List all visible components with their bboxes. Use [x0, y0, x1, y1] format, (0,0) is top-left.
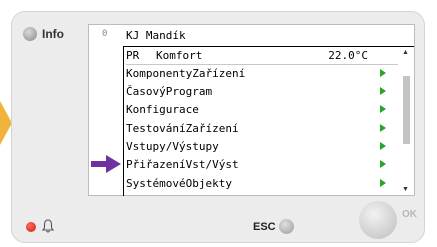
ok-button[interactable] [359, 201, 397, 239]
chevron-right-icon [380, 105, 386, 113]
menu-item-prirazeni[interactable]: PřiřazeníVst/Výst [126, 156, 398, 173]
chevron-right-icon [380, 179, 386, 187]
screen-title: KJ Mandík [126, 29, 186, 42]
scroll-down-icon[interactable]: ▼ [402, 186, 409, 193]
line-number: 0 [102, 29, 108, 39]
status-mode: Komfort [156, 49, 203, 62]
status-row: PR Komfort 22.0°C [126, 47, 398, 65]
display-screen: 0 KJ Mandík PR Komfort 22.0°C Komponenty… [88, 24, 415, 196]
menu-item-casovy-program[interactable]: ČasovýProgram [126, 83, 398, 100]
selection-arrow-icon [91, 155, 121, 173]
menu-item-testovani[interactable]: TestováníZařízení [126, 120, 398, 137]
status-temperature: 22.0°C [328, 49, 368, 62]
chevron-right-icon [380, 142, 386, 150]
scrollbar[interactable]: ▲ ▼ [402, 49, 411, 193]
chevron-right-icon [380, 160, 386, 168]
menu-item-label: TestováníZařízení [126, 122, 239, 135]
menu-item-label: ČasovýProgram [126, 85, 213, 98]
scroll-up-icon[interactable]: ▲ [402, 49, 409, 56]
menu-item-label: Konfigurace [126, 103, 199, 116]
menu-item-vstupy-vystupy[interactable]: Vstupy/Výstupy [126, 138, 398, 155]
menu-item-label: SystémovéObjekty [126, 177, 232, 190]
info-label: Info [42, 27, 64, 41]
menu-left-border [123, 46, 124, 196]
chevron-right-icon [380, 69, 386, 77]
menu-item-komponenty[interactable]: KomponentyZařízení [126, 65, 398, 82]
menu-item-label: KomponentyZařízení [126, 67, 246, 80]
status-code: PR [126, 49, 140, 62]
bell-icon[interactable] [42, 219, 54, 233]
ok-label: OK [402, 209, 417, 220]
esc-label: ESC [253, 221, 276, 233]
info-led[interactable] [23, 27, 37, 41]
alarm-led [26, 222, 36, 232]
chevron-right-icon [380, 87, 386, 95]
esc-button[interactable] [279, 219, 294, 234]
menu-item-label: PřiřazeníVst/Výst [126, 158, 239, 171]
menu-item-label: Vstupy/Výstupy [126, 140, 219, 153]
scrollbar-thumb[interactable] [403, 76, 410, 144]
menu-item-konfigurace[interactable]: Konfigurace [126, 101, 398, 118]
chevron-right-icon [380, 124, 386, 132]
menu-item-systemove-objekty[interactable]: SystémovéObjekty [126, 175, 398, 192]
